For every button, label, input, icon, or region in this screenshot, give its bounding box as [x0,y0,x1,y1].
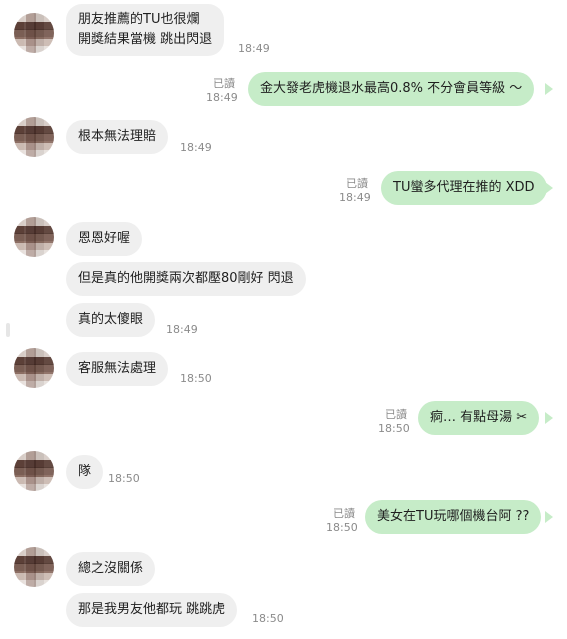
message-time: 18:49 [166,323,198,336]
message-bubble-incoming[interactable]: 那是我男友他都玩 跳跳虎 [66,593,238,627]
message-bubble-outgoing[interactable]: 金大發老虎機退水最高0.8% 不分會員等級 ～ [248,72,535,106]
contact-avatar[interactable] [14,348,54,388]
message-time: 18:49 [180,141,212,154]
bubble-tail [545,511,553,523]
message-time: 18:50 [252,612,284,625]
message-time: 18:49 [339,191,371,204]
bubble-tail [545,412,553,424]
message-bubble-outgoing[interactable]: TU蠻多代理在推的 XDD [381,171,547,205]
message-text: 總之沒關係 [78,561,144,576]
message-text: TU蠻多代理在推的 XDD [393,180,535,195]
message-bubble-incoming[interactable]: 客服無法處理 [66,352,169,386]
contact-avatar[interactable] [14,217,54,257]
contact-avatar[interactable] [14,13,54,53]
message-time: 18:50 [180,372,212,385]
message-text: 隊 [78,464,92,479]
message-text: 痾… 有點母湯 ✂ [430,410,528,425]
message-text: 根本無法理賠 [78,129,157,144]
message-text-line: 開獎結果當機 跳出閃退 [78,32,213,47]
message-bubble-incoming[interactable]: 總之沒關係 [66,552,156,586]
message-text-line: 朋友推薦的TU也很爛 [78,12,200,27]
message-time: 18:50 [326,521,358,534]
message-bubble-incoming[interactable]: 朋友推薦的TU也很爛 開獎結果當機 跳出閃退 [66,4,225,56]
read-status: 已讀 [333,507,355,520]
read-status: 已讀 [385,408,407,421]
message-bubble-incoming[interactable]: 真的太傻眼 [66,303,156,337]
message-time: 18:50 [378,422,410,435]
message-text: 金大發老虎機退水最高0.8% 不分會員等級 ～ [260,81,523,96]
message-text: 恩恩好喔 [78,231,131,246]
contact-avatar[interactable] [14,547,54,587]
side-marker [6,323,10,337]
message-bubble-incoming[interactable]: 但是真的他開獎兩次都壓80剛好 閃退 [66,262,306,296]
message-bubble-incoming[interactable]: 隊 [66,455,104,489]
bubble-tail [545,182,553,194]
message-text: 真的太傻眼 [78,312,144,327]
contact-avatar[interactable] [14,117,54,157]
message-text: 那是我男友他都玩 跳跳虎 [78,602,226,617]
bubble-tail [545,83,553,95]
message-text: 但是真的他開獎兩次都壓80剛好 閃退 [78,271,294,286]
message-bubble-outgoing[interactable]: 痾… 有點母湯 ✂ [418,401,540,435]
message-time: 18:49 [238,42,270,55]
message-text: 客服無法處理 [78,361,157,376]
contact-avatar[interactable] [14,451,54,491]
message-time: 18:50 [108,472,140,485]
message-time: 18:49 [206,91,238,104]
message-bubble-incoming[interactable]: 恩恩好喔 [66,222,143,256]
read-status: 已讀 [346,177,368,190]
message-bubble-incoming[interactable]: 根本無法理賠 [66,120,169,154]
message-text: 美女在TU玩哪個機台阿 ?? [377,509,530,524]
message-bubble-outgoing[interactable]: 美女在TU玩哪個機台阿 ?? [365,500,542,534]
read-status: 已讀 [213,77,235,90]
